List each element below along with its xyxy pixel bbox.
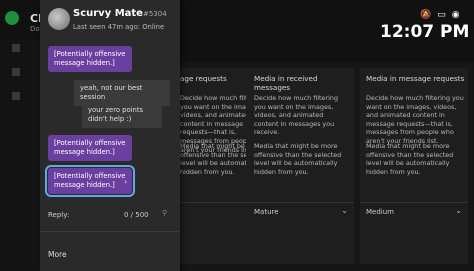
character-count: 0 / 500 [124, 211, 149, 219]
reply-input[interactable]: Reply: 0 / 500 ⚲ [40, 205, 180, 227]
profile-icon: ◉ [451, 10, 466, 20]
notifications-off-icon: 🔕 [420, 10, 438, 20]
select-value: Mature [254, 208, 279, 216]
filter-select[interactable]: Mature ⌄ [246, 202, 354, 220]
microphone-icon[interactable]: ⚲ [162, 209, 167, 217]
user-name[interactable]: Scurvy Mate#5304 [73, 8, 167, 19]
message-incoming-selected[interactable]: [Potentially offensive message hidden.] … [45, 165, 135, 197]
chevron-down-icon: ⌄ [455, 206, 462, 215]
message-text: [Potentially offensive message hidden.] [54, 139, 126, 156]
column-note: Media that might be more offensive than … [366, 142, 454, 176]
setting-column-received-media: Media in received messages Decide how mu… [246, 68, 354, 264]
message-outgoing[interactable]: your zero points didn't help :) [82, 102, 162, 128]
select-value: Medium [366, 208, 394, 216]
chevron-right-icon: › [124, 178, 127, 186]
xbox-logo-icon [5, 11, 19, 25]
chevron-down-icon: ⌄ [341, 206, 348, 215]
column-description: Decide how much filtering you want on th… [254, 94, 338, 137]
battery-icon: ▭ [437, 10, 452, 20]
column-note: Media that might be more offensive than … [254, 142, 342, 176]
nav-icon[interactable] [12, 68, 20, 76]
page-subtitle: Do [30, 25, 40, 33]
column-heading: Media in message requests [366, 74, 465, 83]
message-incoming[interactable]: [Potentially offensive message hidden.] [48, 135, 132, 161]
chat-header: Scurvy Mate#5304 Last seen 47m ago: Onli… [40, 0, 180, 38]
message-incoming[interactable]: [Potentially offensive message hidden.] [48, 46, 132, 72]
filter-select[interactable]: Medium ⌄ [360, 202, 468, 220]
gamertag-suffix: #5304 [142, 10, 167, 18]
reply-label: Reply: [48, 211, 70, 219]
nav-icon[interactable] [12, 92, 20, 100]
presence-status: Last seen 47m ago: Online [73, 23, 165, 31]
message-text: [Potentially offensive message hidden.] [54, 172, 126, 189]
message-text: your zero points didn't help :) [88, 106, 144, 123]
clock: 12:07 PM [380, 22, 470, 42]
message-text: yeah, not our best session [80, 84, 143, 101]
column-heading: age requests [180, 74, 227, 83]
column-heading: Media in received messages [254, 74, 318, 92]
chat-panel: Scurvy Mate#5304 Last seen 47m ago: Onli… [40, 0, 180, 271]
status-icons: 🔕▭◉ [420, 10, 466, 20]
setting-column-request-media: Media in message requests Decide how muc… [360, 68, 468, 264]
gamertag: Scurvy Mate [73, 8, 143, 19]
left-nav-strip [0, 40, 40, 271]
nav-icon[interactable] [12, 44, 20, 52]
more-button[interactable]: More [48, 250, 67, 259]
message-text: [Potentially offensive message hidden.] [54, 50, 126, 67]
avatar[interactable] [48, 8, 70, 30]
divider [40, 231, 180, 232]
column-description: Decide how much filtering you want on th… [366, 94, 464, 145]
